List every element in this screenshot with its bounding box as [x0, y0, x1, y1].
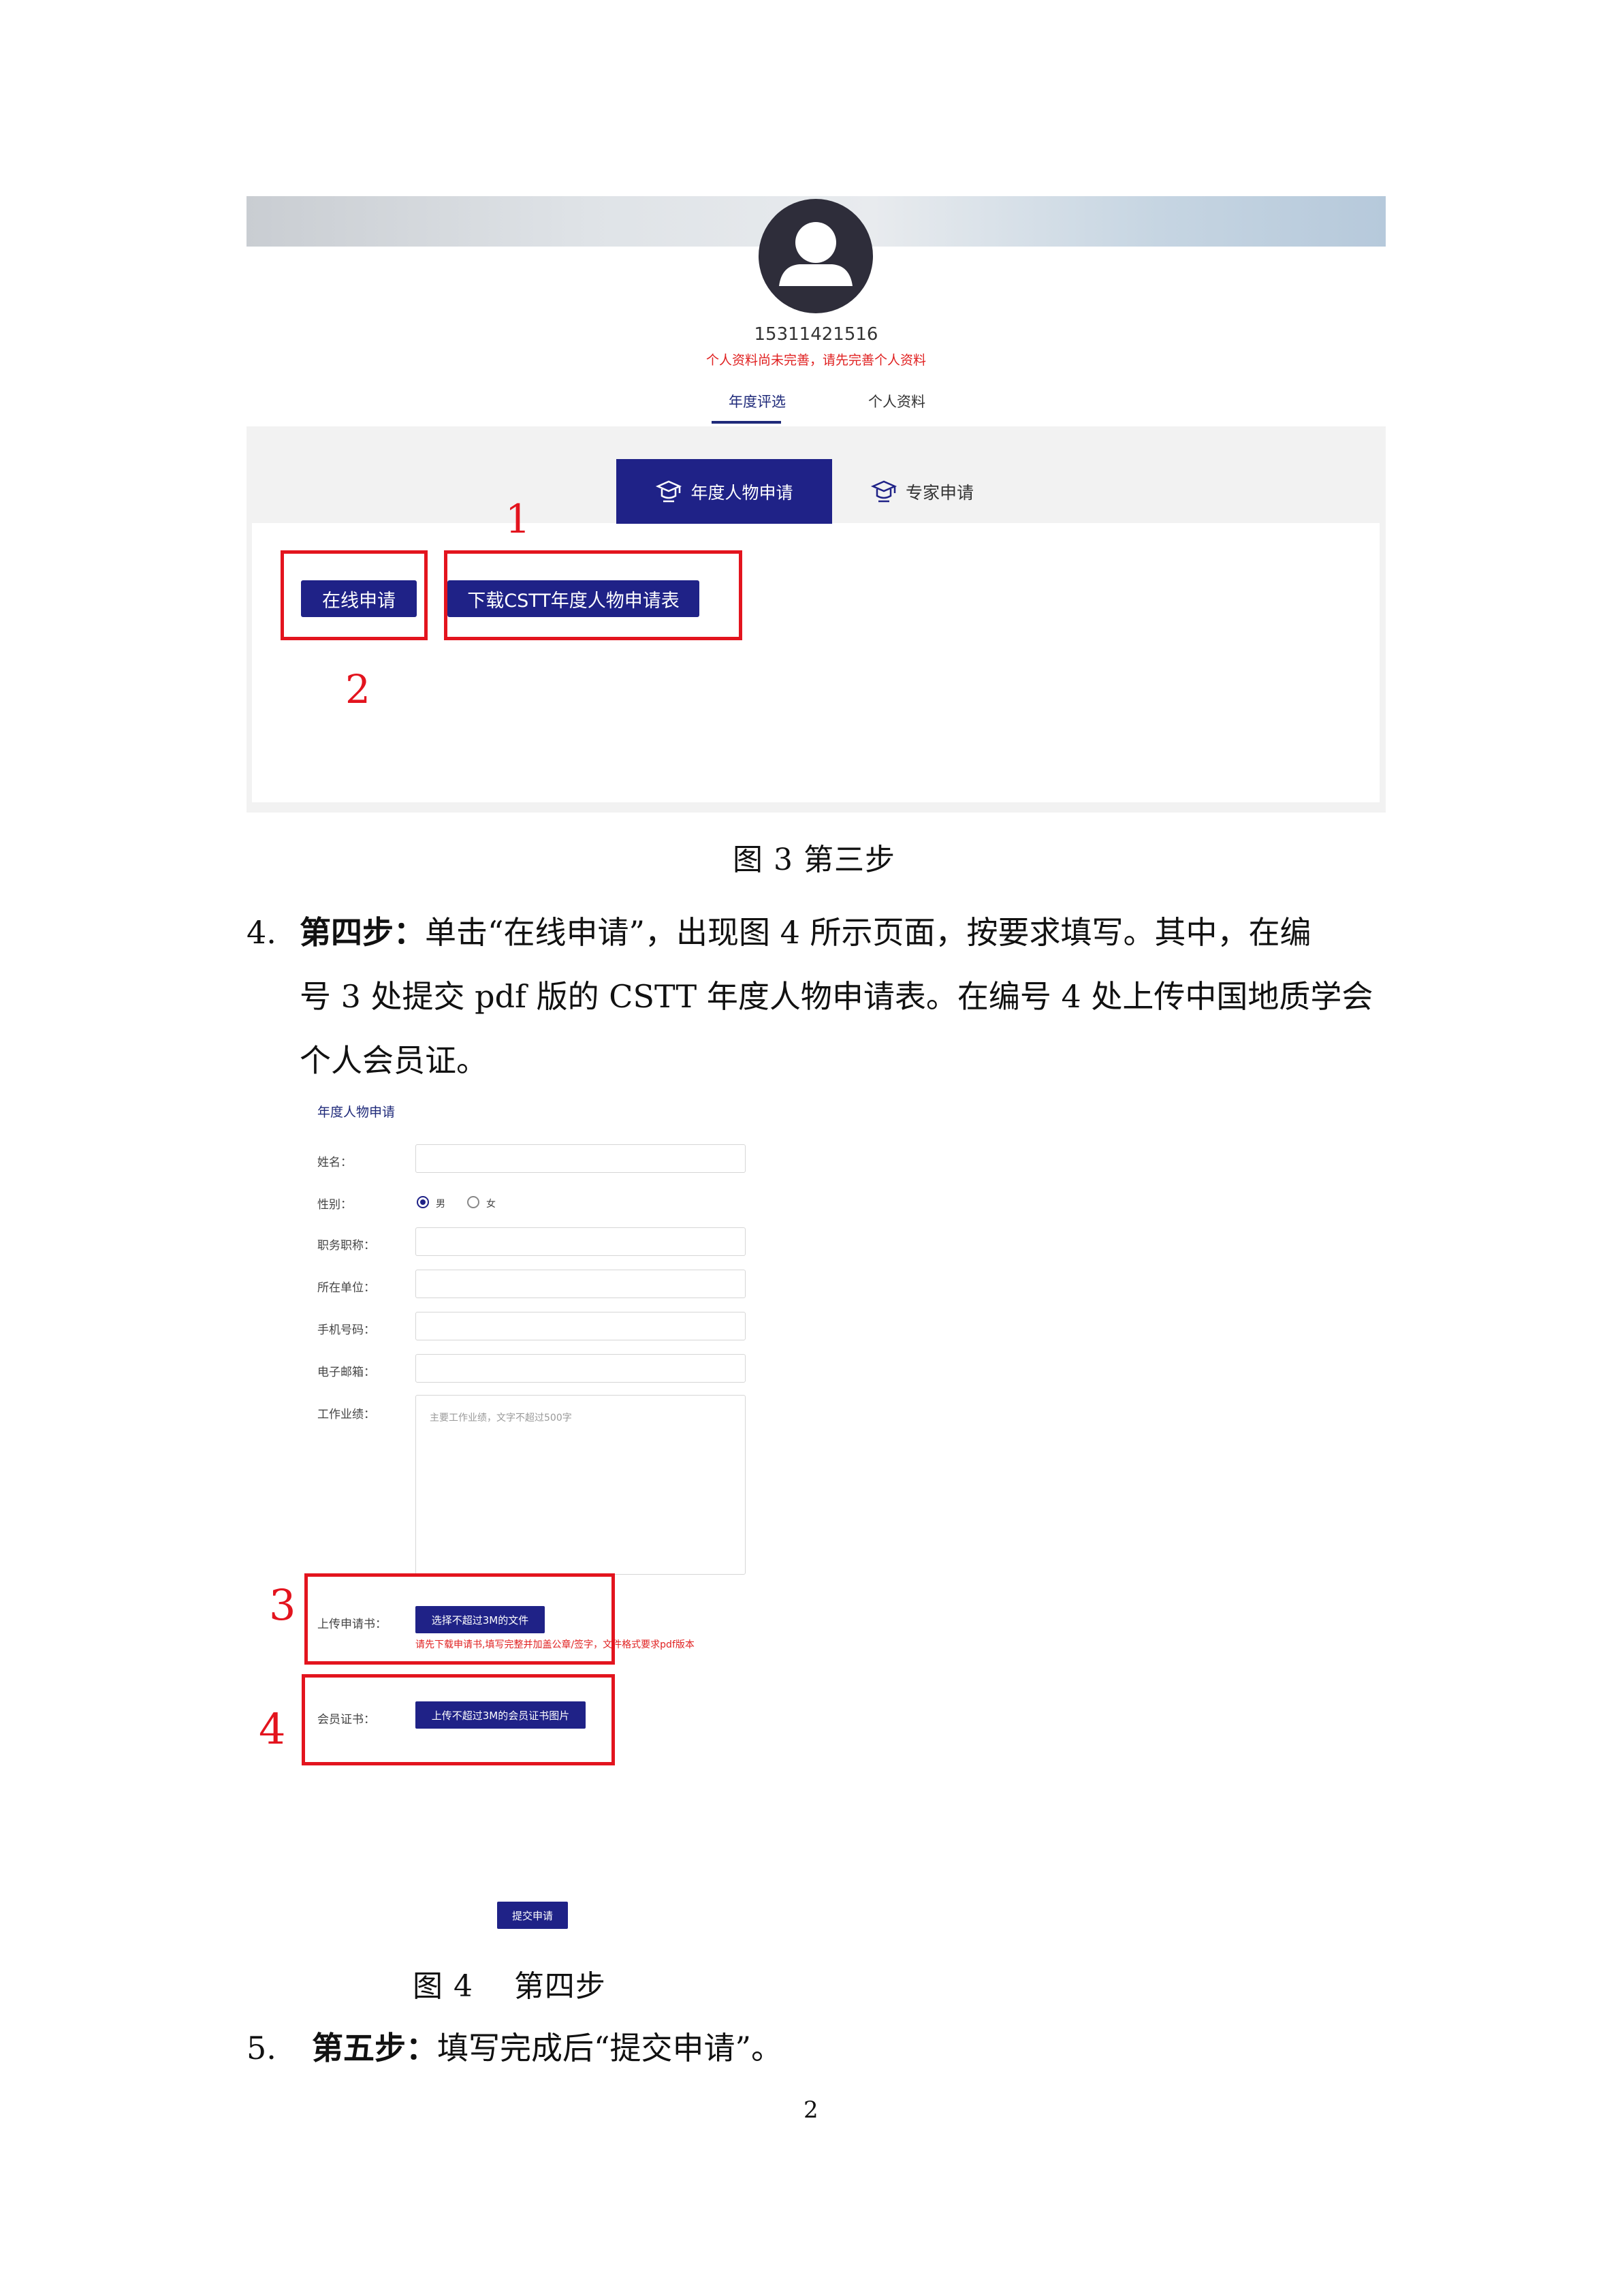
step-4-number: 4.	[247, 914, 276, 951]
step-4-line-3: 个人会员证。	[300, 1042, 488, 1079]
step-4-label: 第四步：	[300, 914, 425, 951]
segment-label: 专家申请	[905, 482, 974, 503]
step-5-line: 第五步：填写完成后“提交申请”。	[312, 2016, 782, 2080]
annotation-box-3	[304, 1573, 615, 1665]
name-input[interactable]	[415, 1144, 746, 1173]
segment-annual-person[interactable]: 年度人物申请	[616, 459, 832, 524]
gender-male-radio[interactable]	[417, 1196, 429, 1208]
submit-button[interactable]: 提交申请	[497, 1902, 568, 1929]
email-input[interactable]	[415, 1354, 746, 1383]
annotation-number-1: 1	[505, 496, 530, 542]
gender-female-label: 女	[486, 1199, 496, 1210]
unit-label: 所在单位：	[317, 1281, 375, 1295]
achievements-textarea[interactable]: 主要工作业绩，文字不超过500字	[415, 1395, 746, 1575]
tab-personal-info[interactable]: 个人资料	[846, 391, 948, 411]
gender-male-label: 男	[436, 1199, 445, 1210]
form-title: 年度人物申请	[317, 1105, 396, 1120]
segment-expert[interactable]: 专家申请	[847, 459, 997, 524]
annotation-box-1	[444, 550, 742, 640]
profile-incomplete-warning[interactable]: 个人资料尚未完善，请先完善个人资料	[247, 350, 1386, 368]
mobile-label: 手机号码：	[317, 1323, 375, 1337]
unit-input[interactable]	[415, 1270, 746, 1298]
figure-4-form: 年度人物申请 姓名： 性别： 男 女 职务职称： 所在单位： 手机号码： 电子邮…	[300, 1090, 776, 1948]
step-5-number: 5.	[247, 2030, 276, 2066]
name-label: 姓名：	[317, 1156, 352, 1169]
figure-3-screenshot: 15311421516 个人资料尚未完善，请先完善个人资料 年度评选 个人资料 …	[247, 196, 1386, 813]
user-phone: 15311421516	[754, 324, 878, 345]
avatar-icon[interactable]	[759, 199, 873, 313]
annotation-box-2	[281, 550, 428, 640]
gender-female-radio[interactable]	[467, 1196, 479, 1208]
job-title-label: 职务职称：	[317, 1239, 375, 1253]
figure-4-caption: 图 4 第四步	[413, 1969, 606, 2004]
achievements-label: 工作业绩：	[317, 1408, 375, 1421]
email-label: 电子邮箱：	[317, 1366, 375, 1379]
annotation-number-2: 2	[345, 666, 370, 712]
annotation-box-4	[302, 1674, 615, 1765]
tab-annual-selection[interactable]: 年度评选	[710, 391, 805, 411]
gender-label: 性别：	[317, 1198, 352, 1212]
step-4-text-1: 单击“在线申请”，出现图 4 所示页面，按要求填写。其中，在编	[425, 914, 1311, 951]
graduation-cap-icon	[656, 480, 682, 502]
page-number: 2	[804, 2096, 818, 2124]
annotation-number-4: 4	[259, 1704, 286, 1754]
mobile-input[interactable]	[415, 1312, 746, 1340]
step-4-line-1: 第四步：单击“在线申请”，出现图 4 所示页面，按要求填写。其中，在编	[300, 900, 1311, 964]
active-tab-underline	[712, 421, 781, 424]
segment-label: 年度人物申请	[690, 482, 793, 503]
job-title-input[interactable]	[415, 1227, 746, 1256]
figure-3-caption: 图 3 第三步	[733, 843, 895, 877]
step-5-label: 第五步：	[312, 2030, 437, 2066]
step-4-line-2: 号 3 处提交 pdf 版的 CSTT 年度人物申请表。在编号 4 处上传中国地…	[300, 978, 1373, 1015]
step-5-text: 填写完成后“提交申请”。	[437, 2030, 783, 2066]
annotation-number-3: 3	[269, 1580, 296, 1630]
graduation-cap-icon	[870, 480, 897, 502]
